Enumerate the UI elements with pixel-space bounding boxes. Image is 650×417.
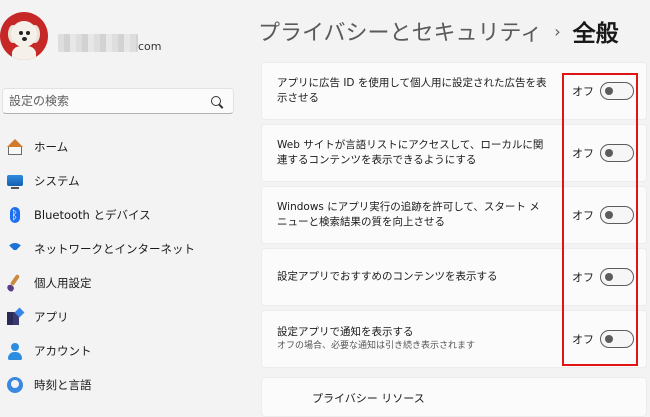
- clock-globe-icon: [6, 376, 24, 394]
- page-title: 全般: [572, 21, 619, 47]
- toggle-state-label: オフ: [572, 85, 594, 98]
- setting-label-main: 設定アプリで通知を表示する: [277, 326, 414, 338]
- privacy-resources-card[interactable]: プライバシー リソース: [261, 377, 647, 417]
- toggle-knob: [605, 87, 613, 95]
- sidebar-item-bluetooth[interactable]: Bluetooth とデバイス: [0, 198, 248, 232]
- toggle-state-label: オフ: [572, 147, 594, 160]
- sidebar-item-label: ホーム: [34, 140, 69, 154]
- sidebar-item-apps[interactable]: アプリ: [0, 300, 248, 334]
- avatar-dog-nose: [22, 37, 27, 41]
- setting-label: アプリに広告 ID を使用して個人用に設定された広告を表示させる: [277, 77, 547, 104]
- sidebar-item-label: アプリ: [34, 310, 69, 324]
- bluetooth-icon: [6, 206, 24, 224]
- account-icon: [6, 342, 24, 360]
- toggle-switch[interactable]: [600, 144, 634, 162]
- email-suffix: com: [138, 40, 162, 53]
- setting-card-advertising-id: アプリに広告 ID を使用して個人用に設定された広告を表示させる オフ: [261, 62, 647, 120]
- apps-icon: [6, 308, 24, 326]
- setting-sublabel: オフの場合、必要な通知は引き続き表示されます: [277, 341, 476, 351]
- breadcrumb: プライバシーとセキュリティ › 全般: [258, 14, 619, 48]
- sidebar-item-home[interactable]: ホーム: [0, 130, 248, 164]
- sidebar-item-label: アカウント: [34, 344, 92, 358]
- search-box[interactable]: [2, 88, 234, 114]
- toggle-state-label: オフ: [572, 209, 594, 222]
- sidebar-item-accounts[interactable]: アカウント: [0, 334, 248, 368]
- setting-label: Windows にアプリ実行の追跡を許可して、スタート メニューと検索結果の質を…: [277, 201, 540, 228]
- sidebar-item-label: システム: [34, 174, 80, 188]
- toggle-switch[interactable]: [600, 330, 634, 348]
- brush-icon: [6, 274, 24, 292]
- avatar-dog-head: [11, 21, 37, 47]
- toggle-state-label: オフ: [572, 333, 594, 346]
- breadcrumb-parent[interactable]: プライバシーとセキュリティ: [258, 15, 542, 47]
- avatar-dog-eye: [19, 31, 23, 35]
- monitor-icon: [6, 172, 24, 190]
- chevron-right-icon: ›: [554, 21, 561, 41]
- setting-label: 設定アプリで通知を表示する オフの場合、必要な通知は引き続き表示されます: [277, 325, 547, 353]
- sidebar-item-label: ネットワークとインターネット: [34, 242, 195, 256]
- avatar[interactable]: [0, 12, 48, 60]
- setting-label: Web サイトが言語リストにアクセスして、ローカルに関連するコンテンツを表示でき…: [277, 139, 544, 166]
- search-input[interactable]: [3, 89, 199, 113]
- toggle-state-label: オフ: [572, 271, 594, 284]
- toggle-switch[interactable]: [600, 268, 634, 286]
- setting-card-language-list: Web サイトが言語リストにアクセスして、ローカルに関連するコンテンツを表示でき…: [261, 124, 647, 182]
- sidebar-item-label: 時刻と言語: [34, 378, 92, 392]
- toggle-knob: [605, 149, 613, 157]
- toggle-knob: [605, 211, 613, 219]
- toggle-knob: [605, 335, 613, 343]
- sidebar-item-personalization[interactable]: 個人用設定: [0, 266, 248, 300]
- toggle-switch[interactable]: [600, 82, 634, 100]
- avatar-dog-eye: [26, 31, 30, 35]
- sidebar-item-time-language[interactable]: 時刻と言語: [0, 368, 248, 402]
- setting-card-notifications: 設定アプリで通知を表示する オフの場合、必要な通知は引き続き表示されます オフ: [261, 310, 647, 368]
- sidebar-item-network[interactable]: ネットワークとインターネット: [0, 232, 248, 266]
- sidebar-nav: ホーム システム Bluetooth とデバイス ネットワークとインターネット …: [0, 130, 248, 402]
- sidebar-item-label: Bluetooth とデバイス: [34, 208, 151, 222]
- toggle-knob: [605, 273, 613, 281]
- home-icon: [6, 138, 24, 156]
- sidebar: com ホーム システム Bluetooth とデバイス ネットワークとインター…: [0, 0, 248, 404]
- email-redacted: [58, 34, 138, 52]
- avatar-dog-body: [12, 46, 36, 60]
- setting-card-app-launch-tracking: Windows にアプリ実行の追跡を許可して、スタート メニューと検索結果の質を…: [261, 186, 647, 244]
- toggle-switch[interactable]: [600, 206, 634, 224]
- search-icon[interactable]: [211, 96, 221, 106]
- sidebar-item-label: 個人用設定: [34, 276, 92, 290]
- sidebar-item-system[interactable]: システム: [0, 164, 248, 198]
- setting-label: 設定アプリでおすすめのコンテンツを表示する: [277, 270, 498, 283]
- wifi-icon: [6, 240, 24, 259]
- setting-card-suggested-content: 設定アプリでおすすめのコンテンツを表示する オフ: [261, 248, 647, 306]
